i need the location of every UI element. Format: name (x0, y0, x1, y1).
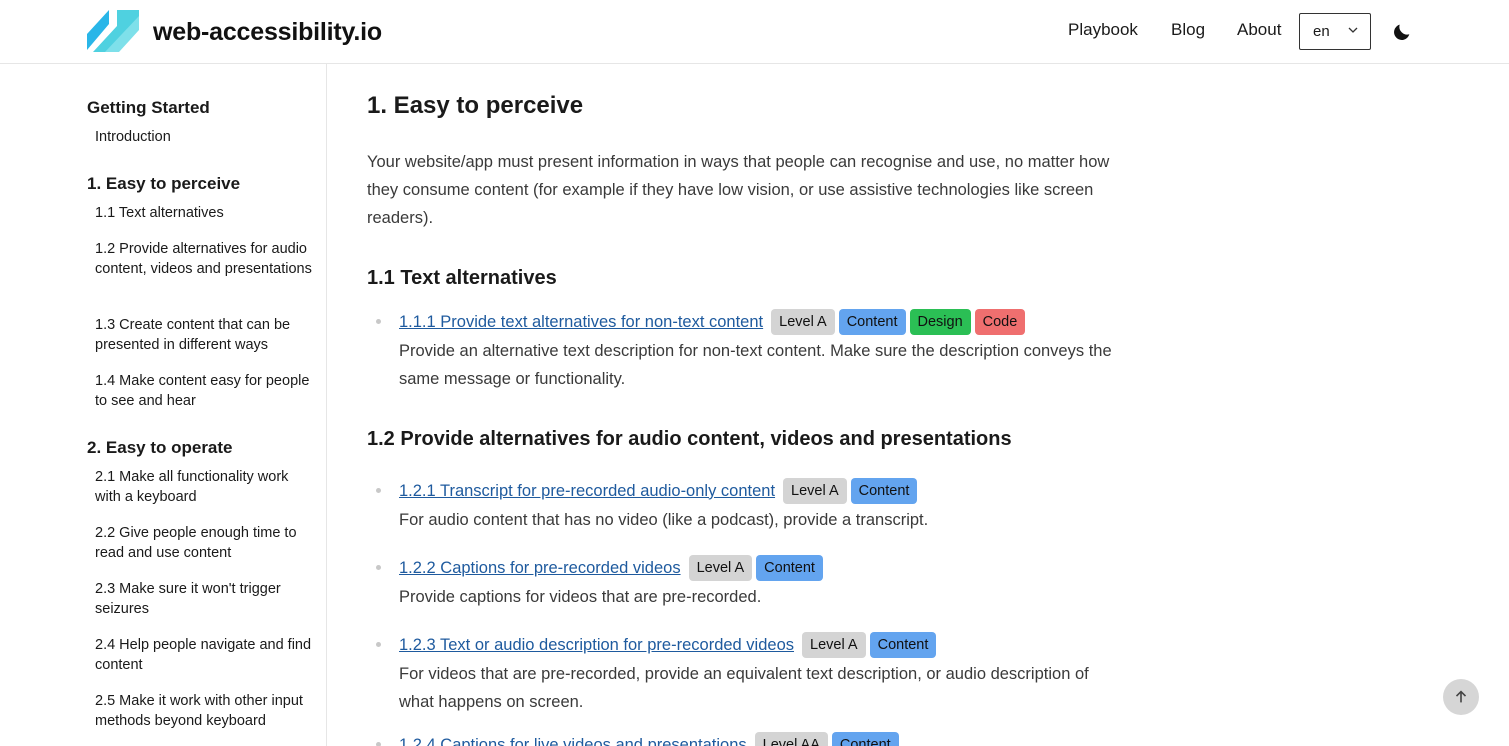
criterion-desc-1-2-2: Provide captions for videos that are pre… (399, 588, 762, 606)
sidebar-section-easy-to-perceive[interactable]: 1. Easy to perceive (87, 174, 240, 194)
moon-icon[interactable] (1391, 21, 1413, 43)
criterion-1-2-2: 1.2.2 Captions for pre-recorded videos L… (399, 554, 827, 582)
page-title: 1. Easy to perceive (367, 92, 584, 119)
bullet (376, 742, 381, 746)
sidebar-section-easy-to-operate[interactable]: 2. Easy to operate (87, 438, 233, 458)
sidebar-item-1-3[interactable]: 1.3 Create content that can be presented… (95, 315, 317, 355)
criterion-1-2-3: 1.2.3 Text or audio description for pre-… (399, 631, 940, 659)
criterion-link-1-2-4[interactable]: 1.2.4 Captions for live videos and prese… (399, 736, 747, 746)
nav-about[interactable]: About (1237, 20, 1281, 40)
sidebar-nav: Getting Started Introduction 1. Easy to … (0, 64, 327, 746)
tag-content: Content (850, 478, 918, 504)
tag-level: Level A (771, 309, 835, 335)
bullet (376, 565, 381, 570)
bullet (376, 319, 381, 324)
tag-level: Level A (802, 632, 866, 658)
language-value: en (1313, 23, 1330, 40)
sidebar-item-1-4[interactable]: 1.4 Make content easy for people to see … (95, 371, 317, 411)
sidebar-item-introduction[interactable]: Introduction (95, 127, 317, 147)
criterion-desc-1-2-1: For audio content that has no video (lik… (399, 511, 929, 529)
tag-content: Content (869, 632, 937, 658)
sidebar-item-2-1[interactable]: 2.1 Make all functionality work with a k… (95, 467, 317, 507)
tag-level: Level AA (754, 732, 828, 746)
criterion-1-2-1: 1.2.1 Transcript for pre-recorded audio-… (399, 477, 921, 505)
logo-icon-graphic (87, 10, 139, 52)
site-header: web-accessibility.io Playbook Blog About… (0, 0, 1509, 64)
tag-code: Code (974, 309, 1026, 335)
criterion-1-1-1: 1.1.1 Provide text alternatives for non-… (399, 308, 1029, 336)
criterion-link-1-1-1[interactable]: 1.1.1 Provide text alternatives for non-… (399, 313, 763, 332)
criterion-1-2-4: 1.2.4 Captions for live videos and prese… (399, 731, 903, 746)
scroll-to-top-button[interactable] (1443, 679, 1479, 715)
logo-icon[interactable] (87, 10, 141, 52)
criterion-link-1-2-1[interactable]: 1.2.1 Transcript for pre-recorded audio-… (399, 482, 775, 501)
sidebar-section-getting-started[interactable]: Getting Started (87, 98, 210, 118)
sidebar-item-2-2[interactable]: 2.2 Give people enough time to read and … (95, 523, 317, 563)
site-name[interactable]: web-accessibility.io (153, 18, 382, 47)
chevron-down-icon (1348, 27, 1358, 33)
criterion-link-1-2-2[interactable]: 1.2.2 Captions for pre-recorded videos (399, 559, 681, 578)
nav-playbook[interactable]: Playbook (1068, 20, 1138, 40)
criterion-desc-1-1-1: Provide an alternative text description … (399, 342, 1112, 388)
sidebar-item-1-1[interactable]: 1.1 Text alternatives (95, 203, 317, 223)
section-heading-1-1: 1.1 Text alternatives (367, 267, 557, 289)
tag-level: Level A (783, 478, 847, 504)
sidebar-item-2-5[interactable]: 2.5 Make it work with other input method… (95, 691, 317, 731)
tag-content: Content (831, 732, 899, 746)
tag-content: Content (756, 555, 823, 581)
language-select[interactable]: en (1299, 13, 1371, 50)
bullet (376, 488, 381, 493)
tag-content: Content (838, 309, 906, 335)
arrow-up-icon (1455, 690, 1467, 703)
tag-design: Design (909, 309, 971, 335)
sidebar-item-1-2[interactable]: 1.2 Provide alternatives for audio conte… (95, 239, 317, 279)
section-heading-1-2: 1.2 Provide alternatives for audio conte… (367, 428, 1012, 450)
bullet (376, 642, 381, 647)
criterion-link-1-2-3[interactable]: 1.2.3 Text or audio description for pre-… (399, 636, 794, 655)
main-content: 1. Easy to perceive Your website/app mus… (367, 64, 1127, 746)
intro-paragraph: Your website/app must present informatio… (367, 153, 1110, 227)
sidebar-item-2-4[interactable]: 2.4 Help people navigate and find conten… (95, 635, 317, 675)
sidebar-item-2-3[interactable]: 2.3 Make sure it won't trigger seizures (95, 579, 317, 619)
criterion-desc-1-2-3: For videos that are pre-recorded, provid… (399, 665, 1089, 711)
tag-level: Level A (688, 555, 753, 581)
nav-blog[interactable]: Blog (1171, 20, 1205, 40)
